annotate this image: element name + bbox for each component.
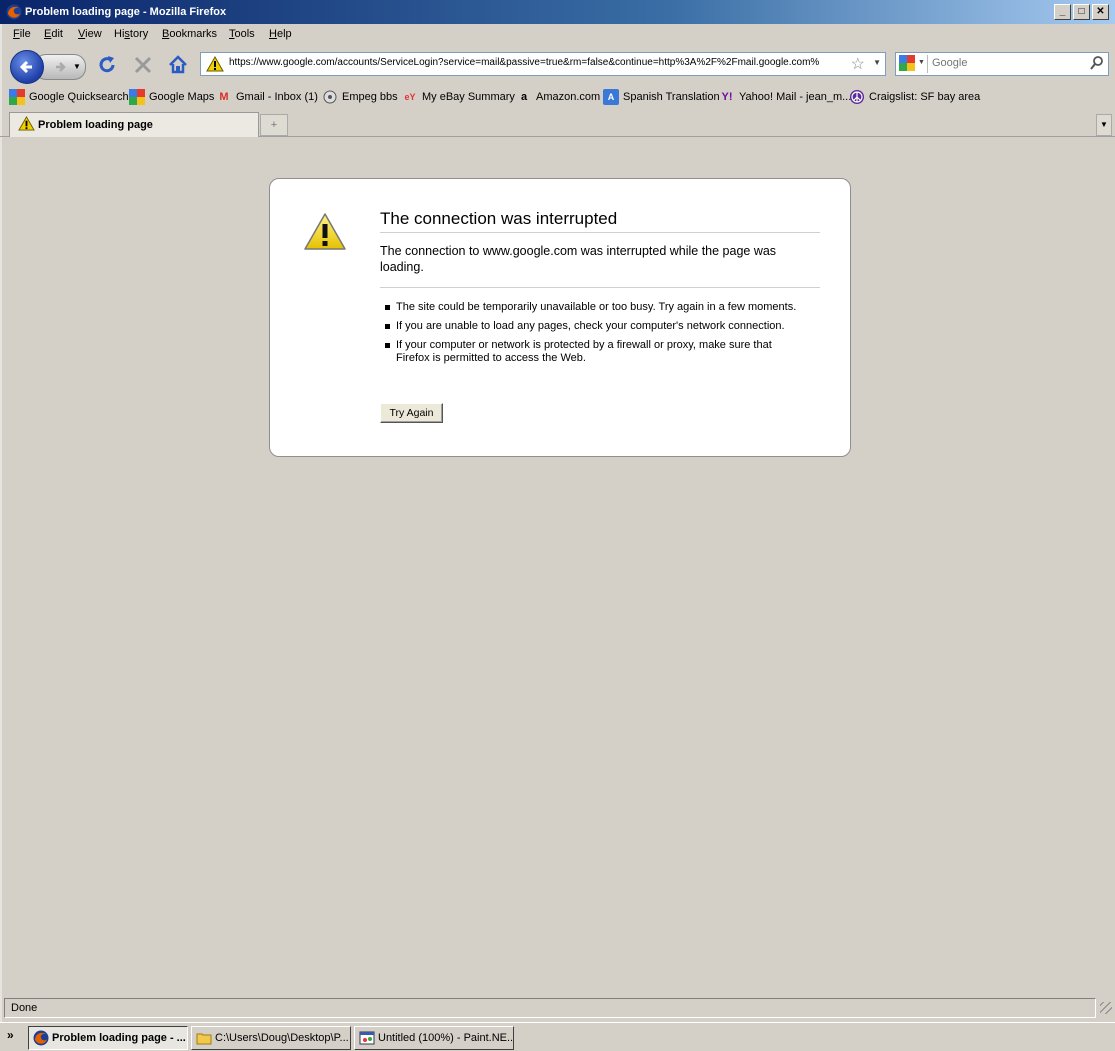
home-icon[interactable] — [167, 54, 189, 76]
window-controls: _ □ ✕ — [1054, 4, 1109, 20]
new-tab-button[interactable]: + — [260, 114, 288, 136]
tab-strip: Problem loading page + ▼ — [0, 110, 1115, 137]
warning-icon — [18, 116, 35, 131]
google-icon — [899, 55, 915, 71]
reload-icon[interactable] — [96, 54, 118, 76]
window-title: Problem loading page - Mozilla Firefox — [25, 6, 227, 18]
bookmark-gmail[interactable]: M Gmail - Inbox (1) — [216, 89, 318, 105]
error-description: The connection to www.google.com was int… — [380, 244, 777, 274]
error-divider — [380, 287, 820, 288]
peace-icon — [850, 90, 864, 104]
list-item: The site could be temporarily unavailabl… — [380, 301, 800, 314]
stop-icon[interactable] — [132, 54, 154, 76]
folder-icon — [196, 1033, 212, 1045]
google-icon — [129, 89, 145, 105]
error-title: The connection was interrupted — [380, 209, 820, 233]
firefox-icon — [33, 1030, 49, 1046]
tab-problem-loading-page[interactable]: Problem loading page — [9, 112, 259, 137]
taskbar-chevron-icon[interactable]: » — [7, 1028, 14, 1042]
maximize-button[interactable]: □ — [1073, 4, 1090, 20]
menu-edit[interactable]: Edit — [44, 28, 63, 40]
search-icon[interactable] — [1090, 54, 1104, 72]
bookmark-star-icon[interactable]: ☆ — [851, 54, 865, 74]
taskbar-item-explorer[interactable]: C:\Users\Doug\Desktop\P... — [191, 1026, 351, 1050]
menu-tools[interactable]: Tools — [229, 28, 255, 40]
amazon-icon: a — [520, 91, 528, 103]
menu-view[interactable]: View — [78, 28, 102, 40]
resize-grip[interactable] — [1100, 1002, 1112, 1014]
window-left-edge — [0, 24, 2, 1022]
list-item: If you are unable to load any pages, che… — [380, 320, 800, 333]
google-icon — [9, 89, 25, 105]
ebay-icon: eY — [404, 92, 416, 102]
arrow-right-icon — [56, 62, 66, 72]
window-titlebar[interactable]: Problem loading page - Mozilla Firefox _… — [0, 0, 1115, 24]
bookmark-google-quicksearch[interactable]: Google Quicksearch — [9, 89, 129, 105]
search-engine-dropdown-icon[interactable]: ▼ — [918, 59, 925, 66]
list-item: If your computer or network is protected… — [380, 339, 800, 365]
status-text: Done — [11, 1002, 38, 1014]
menu-help[interactable]: Help — [269, 28, 292, 40]
tab-list-button[interactable]: ▼ — [1096, 114, 1112, 136]
arrow-left-icon — [19, 60, 32, 74]
search-box[interactable]: ▼ — [895, 52, 1109, 76]
url-text[interactable]: https://www.google.com/accounts/ServiceL… — [229, 57, 819, 68]
windows-taskbar: » Problem loading page - ... C:\Users\Do… — [0, 1022, 1115, 1051]
history-dropdown-icon[interactable]: ▼ — [73, 62, 81, 71]
back-button[interactable] — [10, 50, 44, 84]
empeg-icon — [323, 90, 337, 104]
url-bar[interactable]: https://www.google.com/accounts/ServiceL… — [200, 52, 886, 76]
error-suggestions: The site could be temporarily unavailabl… — [380, 301, 800, 371]
navigation-toolbar: ▼ https://www.google.com/accounts/Servic… — [0, 46, 1115, 84]
warning-icon — [206, 56, 224, 72]
search-divider — [927, 55, 928, 73]
page-content: The connection was interrupted The conne… — [4, 137, 1111, 997]
url-dropdown-icon[interactable]: ▼ — [873, 58, 881, 67]
minimize-button[interactable]: _ — [1054, 4, 1071, 20]
bookmark-spanish-translation[interactable]: A Spanish Translation — [603, 89, 720, 105]
bookmark-google-maps[interactable]: Google Maps — [129, 89, 214, 105]
menu-bookmarks[interactable]: Bookmarks — [162, 28, 217, 40]
taskbar-item-paint[interactable]: Untitled (100%) - Paint.NE... — [354, 1026, 514, 1050]
firefox-icon — [6, 4, 22, 20]
bookmark-ebay[interactable]: eY My eBay Summary — [402, 89, 514, 105]
menu-file[interactable]: File — [13, 28, 31, 40]
taskbar-item-firefox[interactable]: Problem loading page - ... — [28, 1026, 188, 1050]
yahoo-icon: Y! — [721, 91, 733, 103]
gmail-icon: M — [219, 91, 229, 103]
error-page-container: The connection was interrupted The conne… — [269, 178, 851, 457]
bookmark-empeg-bbs[interactable]: Empeg bbs — [322, 89, 398, 105]
paint-icon — [359, 1031, 375, 1045]
warning-icon — [304, 213, 346, 250]
bookmark-yahoo-mail[interactable]: Y! Yahoo! Mail - jean_m... — [719, 89, 852, 105]
try-again-button[interactable]: Try Again — [380, 403, 443, 423]
search-input[interactable] — [932, 55, 1082, 71]
menu-history[interactable]: History — [114, 28, 148, 40]
translate-icon: A — [603, 89, 619, 105]
bookmark-craigslist[interactable]: Craigslist: SF bay area — [849, 89, 980, 105]
close-button[interactable]: ✕ — [1092, 4, 1109, 20]
status-bar: Done — [4, 998, 1096, 1018]
menu-bar: File Edit View History Bookmarks Tools H… — [0, 25, 1115, 45]
bookmarks-toolbar: Google Quicksearch Google Maps M Gmail -… — [0, 86, 1115, 107]
bookmark-amazon[interactable]: a Amazon.com — [516, 89, 600, 105]
